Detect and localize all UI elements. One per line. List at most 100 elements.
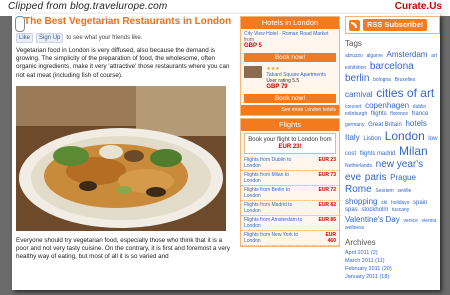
flight-route-link[interactable]: Flights from Madrid to London [244, 202, 304, 214]
tag-link[interactable]: Lisbon [363, 136, 381, 142]
tag-link[interactable]: Rome [345, 184, 372, 195]
archive-link[interactable]: April 2011 (2) [345, 249, 440, 257]
flight-row[interactable]: Flights from Madrid to London EUR 82 [241, 201, 339, 216]
tag-link[interactable]: exhibition [345, 65, 366, 71]
sign-up-button[interactable]: Sign Up [36, 33, 64, 43]
book-now-button[interactable]: Book now! [244, 94, 336, 103]
archive-link[interactable]: February 2011 (20) [345, 265, 440, 273]
rss-icon[interactable] [349, 19, 360, 31]
tag-link[interactable]: holidays [391, 200, 409, 206]
hotel-price: GBP 5 [244, 43, 262, 49]
flight-list: Flights from Dublin to London EUR 23 Fligh… [241, 156, 339, 246]
main-column: The Best Vegetarian Restaurants in Londo… [16, 16, 234, 261]
tag-link[interactable]: carnival [345, 90, 373, 99]
tag-link[interactable]: france [412, 111, 429, 117]
clipped-page: The Best Vegetarian Restaurants in Londo… [12, 14, 440, 290]
tag-link[interactable]: stockholm [361, 207, 388, 213]
tag-link[interactable]: algarve [366, 53, 382, 59]
curate-brand-logo[interactable]: Curate.Us [395, 1, 442, 12]
flight-row[interactable]: Flights from Amsterdam to London EUR 86 [241, 216, 339, 231]
flight-price: EUR 73 [318, 172, 336, 178]
post-paragraph-2: Everyone should try vegetarian food, esp… [16, 236, 231, 261]
dish-illustration [16, 85, 226, 231]
like-button[interactable]: Like [16, 33, 34, 43]
tag-cloud: abruzzo algarve Amsterdam art exhibition… [345, 50, 440, 233]
tag-link[interactable]: florence [390, 111, 408, 117]
flight-price: EUR 82 [318, 202, 336, 208]
tag-link[interactable]: dublin [413, 104, 426, 110]
tag-link[interactable]: art [431, 53, 437, 59]
tag-link[interactable]: flights madrid [360, 151, 396, 157]
tag-link[interactable]: tuscany [392, 207, 409, 213]
flight-route-link[interactable]: Flights from Milan to London [244, 172, 304, 184]
flight-route-link[interactable]: Flights from New York to London [244, 232, 304, 244]
flight-row[interactable]: Flights from Berlin to London EUR 72 [241, 186, 339, 201]
hotel-name[interactable]: City View Hotel - Roman Road Market [244, 31, 336, 37]
tag-link[interactable]: hotels [405, 119, 426, 128]
archives-heading: Archives [345, 237, 376, 247]
tag-link[interactable]: Valentine's Day [345, 215, 400, 224]
post-title[interactable]: The Best Vegetarian Restaurants in Londo… [24, 16, 234, 28]
tags-heading: Tags [345, 39, 362, 48]
flight-price: EUR 86 [318, 217, 336, 223]
tag-link[interactable]: germany [345, 122, 364, 128]
facebook-like-row: Like Sign Up to see what your friends li… [16, 33, 234, 43]
flight-price: EUR 72 [318, 187, 336, 193]
tag-link[interactable]: flights [371, 111, 387, 117]
see-more-hotels-link[interactable]: See more London hotels [241, 105, 339, 115]
hotels-title: Hotels in London [241, 17, 339, 29]
tag-link[interactable]: venice [403, 218, 417, 224]
hotel-item[interactable]: ★★★ Tabard Square Apartments User rating… [241, 64, 339, 92]
tag-link[interactable]: vienna [422, 218, 437, 224]
flight-route-link[interactable]: Flights from Amsterdam to London [244, 217, 304, 229]
flights-box: Flights Book your flight to London from … [240, 118, 340, 247]
tag-link[interactable]: Amsterdam [387, 50, 428, 59]
hotel-item[interactable]: City View Hotel - Roman Road Market from… [241, 29, 339, 51]
flight-promo[interactable]: Book your flight to London from EUR 23! [244, 133, 336, 154]
archives-list: April 2011 (2) March 2011 (11) February 20… [345, 249, 440, 281]
tag-link[interactable]: paris [365, 172, 387, 183]
tag-link[interactable]: Netherlands [345, 163, 372, 169]
tag-link[interactable]: cities of art [376, 86, 434, 100]
hotel-thumbnail[interactable] [244, 66, 262, 78]
flight-price: EUR 460 [325, 232, 336, 244]
tag-link[interactable]: Prague [390, 173, 416, 182]
tag-link[interactable]: wellness [345, 225, 364, 231]
book-now-button[interactable]: Book now! [244, 53, 336, 62]
flight-route-link[interactable]: Flights from Berlin to London [244, 187, 304, 199]
like-text: to see what your friends like. [66, 35, 143, 41]
flight-route-link[interactable]: Flights from Dublin to London [244, 157, 304, 169]
tag-link[interactable]: Sesriem [375, 188, 393, 194]
right-sidebar: RSS Subscribe! Tags abruzzo algarve Amst… [345, 16, 440, 281]
rss-subscribe-box[interactable]: RSS Subscribe! [345, 16, 440, 34]
rss-subscribe-button[interactable]: RSS Subscribe! [363, 19, 428, 31]
tag-link[interactable]: shopping [345, 197, 377, 206]
post-paragraph-1: Vegetarian food in London is very diffus… [16, 47, 230, 79]
flight-promo-text: Book your flight to London from [248, 137, 332, 143]
tag-link[interactable]: Bruxelles [395, 77, 416, 83]
vegetarian-dish-photo [16, 85, 226, 231]
tag-link[interactable]: bologna [373, 77, 391, 83]
tag-link[interactable]: abruzzo [345, 53, 363, 59]
clipped-from-label: Clipped from blog.travelurope.com [8, 1, 168, 12]
flight-row[interactable]: Flights from New York to London EUR 460 [241, 231, 339, 246]
tag-link[interactable]: barcelona [370, 61, 414, 72]
tag-link[interactable]: Milan [399, 144, 428, 158]
flight-row[interactable]: Flights from Dublin to London EUR 23 [241, 156, 339, 171]
tag-link[interactable]: seville [397, 188, 411, 194]
tag-link[interactable]: London [385, 129, 425, 143]
tag-link[interactable]: edinburgh [345, 111, 367, 117]
tag-link[interactable]: Italy [345, 133, 360, 142]
tag-link[interactable]: spain [413, 200, 427, 206]
tag-link[interactable]: Great Britain [368, 122, 402, 128]
archive-link[interactable]: January 2011 (18) [345, 273, 440, 281]
flight-promo-price: EUR 23! [278, 144, 302, 150]
tag-link[interactable]: ski [381, 200, 387, 206]
hotel-price: GBP 79 [266, 84, 288, 90]
tag-link[interactable]: concert [345, 104, 361, 110]
archive-link[interactable]: March 2011 (11) [345, 257, 440, 265]
tag-link[interactable]: berlin [345, 73, 369, 84]
flight-row[interactable]: Flights from Milan to London EUR 73 [241, 171, 339, 186]
tag-link[interactable]: spas [345, 207, 358, 213]
tag-link[interactable]: copenhagen [365, 101, 409, 110]
